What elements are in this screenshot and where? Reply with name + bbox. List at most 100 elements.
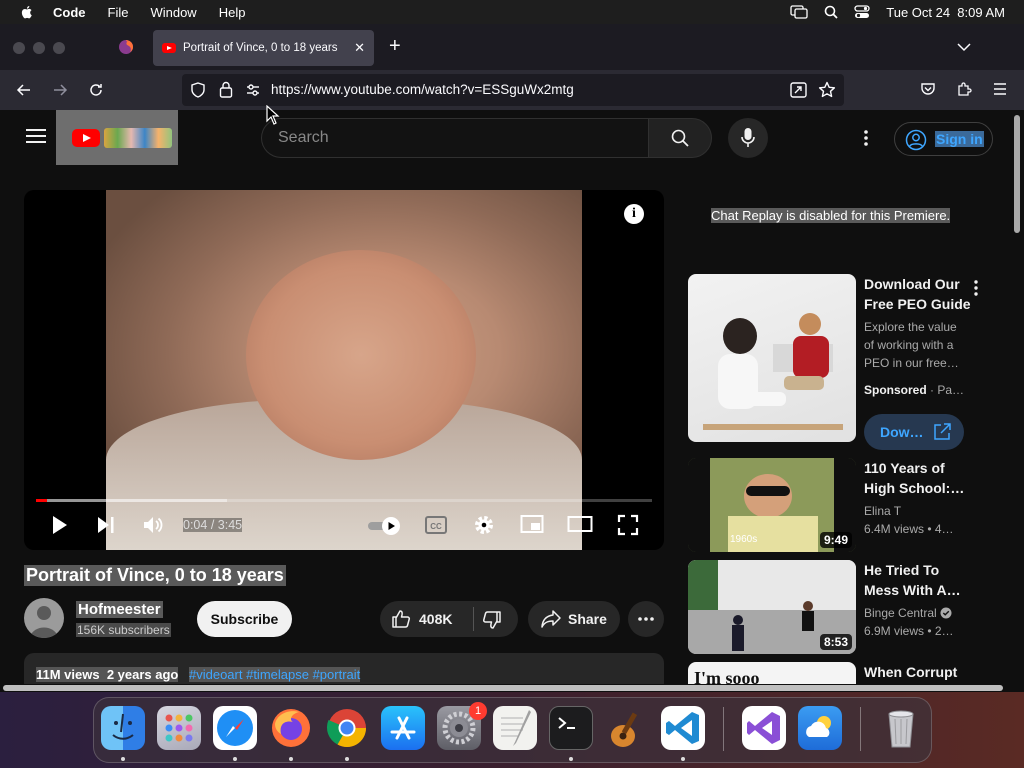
terminal-icon[interactable] bbox=[549, 706, 593, 750]
new-tab-button[interactable]: + bbox=[389, 36, 401, 56]
voice-search-button[interactable] bbox=[728, 118, 768, 158]
ad-title[interactable]: Download Our Free PEO Guide bbox=[864, 274, 974, 314]
window-close-button[interactable] bbox=[13, 42, 25, 54]
sign-in-button[interactable]: Sign in bbox=[894, 122, 993, 156]
sponsored-label: Sponsored bbox=[864, 383, 927, 397]
tab-list-chevron-icon[interactable] bbox=[957, 42, 971, 52]
progress-bar[interactable] bbox=[36, 499, 652, 502]
video-title-when-corrupt[interactable]: When Corrupt bbox=[864, 662, 984, 682]
url-bar[interactable]: https://www.youtube.com/watch?v=ESSguWx2… bbox=[182, 74, 844, 106]
trash-icon[interactable] bbox=[879, 706, 923, 750]
external-link-icon bbox=[934, 423, 951, 440]
like-thumb-icon[interactable] bbox=[391, 609, 411, 629]
ad-cta-button[interactable]: Dow… bbox=[864, 414, 964, 450]
play-icon[interactable] bbox=[50, 514, 70, 536]
browser-tab-active[interactable]: Portrait of Vince, 0 to 18 years ✕ bbox=[153, 30, 374, 66]
extensions-puzzle-icon[interactable] bbox=[956, 81, 972, 97]
like-count[interactable]: 408K bbox=[419, 611, 452, 627]
settings-gear-icon[interactable] bbox=[473, 514, 495, 536]
chrome-icon[interactable] bbox=[325, 706, 369, 750]
next-video-icon[interactable] bbox=[96, 514, 116, 536]
fullscreen-icon[interactable] bbox=[617, 514, 639, 536]
youtube-page: Search Sign in i 0:04 / 3:45 CC Portrait… bbox=[0, 110, 1011, 685]
app-menu-hamburger-icon[interactable] bbox=[992, 82, 1008, 96]
site-permissions-icon[interactable] bbox=[245, 82, 261, 98]
control-center-icon[interactable] bbox=[854, 5, 870, 19]
tracking-protection-shield-icon[interactable] bbox=[190, 82, 206, 98]
like-divider bbox=[473, 607, 474, 631]
more-settings-dots-icon[interactable] bbox=[856, 128, 876, 148]
bookmark-star-icon[interactable] bbox=[818, 81, 836, 99]
video-title-he-tried[interactable]: He Tried To Mess With A… bbox=[864, 560, 974, 600]
menubar-clock[interactable]: Tue Oct 24 8:09 AM bbox=[886, 5, 1005, 20]
reader-view-icon[interactable] bbox=[790, 82, 807, 98]
ad-more-dots-icon[interactable] bbox=[966, 278, 986, 298]
vertical-scrollbar[interactable] bbox=[1011, 110, 1024, 690]
miniplayer-icon[interactable] bbox=[520, 514, 544, 534]
guide-menu-icon[interactable] bbox=[26, 129, 46, 143]
horizontal-scrollbar[interactable] bbox=[0, 684, 1011, 692]
video-thumbnail-when-corrupt[interactable]: I'm sooo bbox=[688, 662, 856, 685]
menu-app-name[interactable]: Code bbox=[53, 5, 86, 20]
horizontal-scrollbar-thumb[interactable] bbox=[3, 685, 1003, 691]
theater-mode-icon[interactable] bbox=[567, 514, 593, 534]
channel-name-binge: Binge Central bbox=[864, 606, 937, 620]
youtube-doodle-image bbox=[104, 128, 172, 148]
firefox-icon[interactable] bbox=[269, 706, 313, 750]
hashtags[interactable]: #videoart #timelapse #portrait bbox=[189, 667, 361, 682]
description-box[interactable]: 11M views 2 years ago #videoart #timelap… bbox=[24, 653, 664, 685]
more-actions-button[interactable] bbox=[628, 601, 664, 637]
menu-file[interactable]: File bbox=[108, 5, 129, 20]
tab-close-button[interactable]: ✕ bbox=[354, 40, 365, 56]
channel-name[interactable]: Hofmeester bbox=[76, 601, 163, 618]
info-button[interactable]: i bbox=[624, 204, 644, 224]
share-button[interactable]: Share bbox=[528, 601, 620, 637]
lock-icon[interactable] bbox=[219, 81, 233, 98]
share-arrow-icon bbox=[541, 610, 561, 628]
subscribe-button[interactable]: Subscribe bbox=[197, 601, 292, 637]
reload-icon[interactable] bbox=[88, 82, 104, 98]
spotlight-search-icon[interactable] bbox=[824, 5, 838, 19]
screen-mirroring-icon[interactable] bbox=[790, 5, 808, 19]
channel-avatar[interactable] bbox=[24, 598, 64, 638]
visual-studio-icon[interactable] bbox=[742, 706, 786, 750]
video-channel-binge-central[interactable]: Binge Central bbox=[864, 604, 952, 622]
autoplay-toggle[interactable] bbox=[366, 516, 402, 536]
buffered-bar bbox=[36, 499, 227, 502]
dislike-thumb-icon[interactable] bbox=[482, 610, 502, 630]
app-store-icon[interactable] bbox=[381, 706, 425, 750]
menu-window[interactable]: Window bbox=[150, 5, 196, 20]
video-channel-elina[interactable]: Elina T bbox=[864, 502, 901, 520]
video-thumbnail-110-years[interactable]: 1960s 9:49 bbox=[688, 458, 856, 552]
video-player[interactable]: i 0:04 / 3:45 CC bbox=[24, 190, 664, 550]
apple-menu-icon[interactable] bbox=[19, 4, 35, 20]
window-zoom-button[interactable] bbox=[53, 42, 65, 54]
safari-icon[interactable] bbox=[213, 706, 257, 750]
views-and-date: 11M views 2 years ago bbox=[36, 667, 179, 682]
window-minimize-button[interactable] bbox=[33, 42, 45, 54]
search-icon bbox=[671, 129, 689, 147]
volume-icon[interactable] bbox=[142, 514, 164, 536]
vertical-scrollbar-thumb[interactable] bbox=[1014, 115, 1020, 233]
ad-thumbnail[interactable] bbox=[688, 274, 856, 442]
weather-icon[interactable] bbox=[798, 706, 842, 750]
textedit-icon[interactable] bbox=[493, 706, 537, 750]
forward-arrow-icon[interactable] bbox=[52, 82, 68, 98]
video-thumbnail-he-tried[interactable]: 8:53 bbox=[688, 560, 856, 654]
vscode-icon[interactable] bbox=[661, 706, 705, 750]
garageband-icon[interactable] bbox=[605, 706, 649, 750]
search-button[interactable] bbox=[648, 118, 712, 158]
search-input[interactable]: Search bbox=[261, 118, 648, 158]
closed-captions-icon[interactable]: CC bbox=[425, 516, 447, 534]
youtube-logo[interactable] bbox=[56, 110, 178, 165]
back-arrow-icon[interactable] bbox=[16, 82, 32, 98]
launchpad-icon[interactable] bbox=[157, 706, 201, 750]
video-title-110-years[interactable]: 110 Years of High School:… bbox=[864, 458, 974, 498]
menu-help[interactable]: Help bbox=[219, 5, 246, 20]
share-label: Share bbox=[568, 611, 607, 627]
finder-icon[interactable] bbox=[101, 706, 145, 750]
pocket-icon[interactable] bbox=[920, 81, 936, 97]
firefox-view-icon[interactable] bbox=[118, 39, 134, 55]
url-text[interactable]: https://www.youtube.com/watch?v=ESSguWx2… bbox=[271, 82, 574, 97]
finder-running-dot bbox=[121, 757, 125, 761]
